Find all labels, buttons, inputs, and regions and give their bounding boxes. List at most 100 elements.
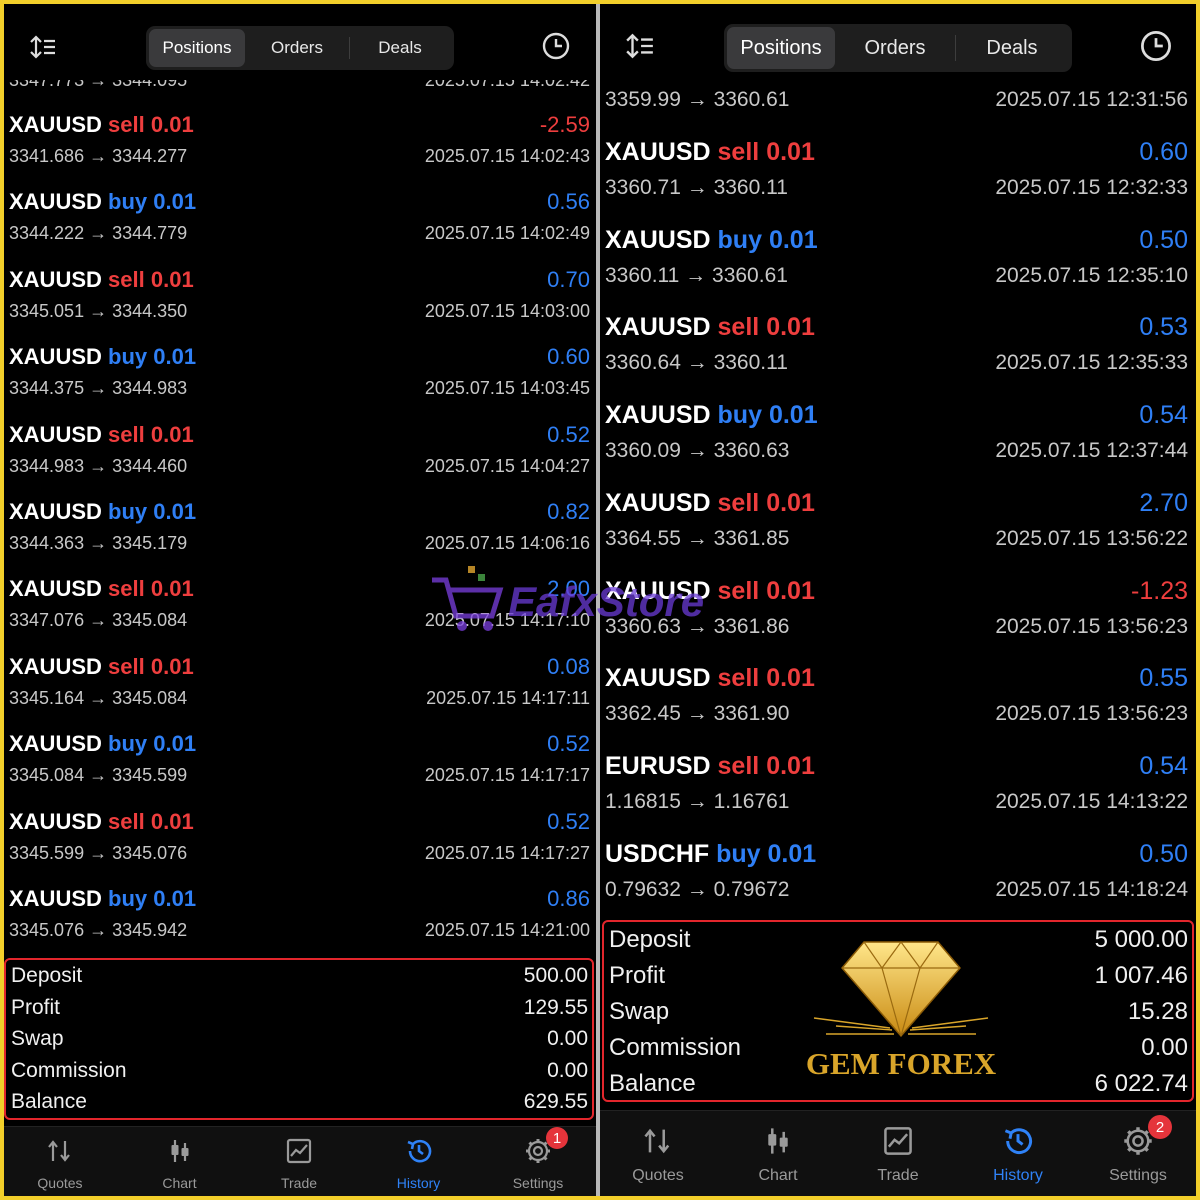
list-item-partial[interactable]: 3359.99 → 3360.61 2025.07.15 12:31:56 xyxy=(600,86,1196,122)
nav-label: History xyxy=(396,1175,441,1191)
summary-label: Deposit xyxy=(11,964,83,987)
symbol-name: XAUUSD xyxy=(605,225,711,254)
trade-side: buy xyxy=(108,499,148,524)
deal-symbol: XAUUSD sell 0.01 xyxy=(9,576,194,602)
deal-symbol: EURUSD sell 0.01 xyxy=(605,752,815,781)
summary-label: Balance xyxy=(11,1090,87,1113)
deal-time: 2025.07.15 12:35:10 xyxy=(995,263,1188,287)
list-item[interactable]: USDCHF buy 0.01 0.50 0.79632 → 0.79672 2025… xyxy=(600,840,1196,928)
list-item[interactable]: XAUUSD buy 0.01 0.52 3345.084 → 3345.599 20… xyxy=(4,731,596,808)
summary-label: Profit xyxy=(609,962,666,989)
list-item[interactable]: EURUSD sell 0.01 0.54 1.16815 → 1.16761 202… xyxy=(600,752,1196,840)
deal-time: 2025.07.15 14:06:16 xyxy=(424,533,590,553)
nav-tab-chart[interactable]: Chart xyxy=(728,1111,828,1185)
symbol-name: XAUUSD xyxy=(605,664,711,693)
quotes-icon xyxy=(642,1125,674,1162)
nav-tab-trade[interactable]: Trade xyxy=(848,1111,948,1185)
deal-profit: 0.56 xyxy=(547,189,590,215)
tab-orders[interactable]: Orders xyxy=(835,27,955,69)
deal-profit: 0.55 xyxy=(1139,664,1188,693)
list-item[interactable]: XAUUSD buy 0.01 0.50 3360.11 → 3360.61 2025… xyxy=(600,226,1196,314)
deal-profit: 0.53 xyxy=(1139,313,1188,342)
deal-symbol: XAUUSD buy 0.01 xyxy=(9,731,196,757)
top-bar: Positions Orders Deals xyxy=(600,4,1196,80)
symbol-name: XAUUSD xyxy=(605,138,711,166)
deal-profit: 0.86 xyxy=(547,886,590,911)
tab-deals[interactable]: Deals xyxy=(956,27,1068,69)
trade-side: sell xyxy=(717,751,760,780)
summary-label: Commission xyxy=(11,1058,127,1082)
list-item[interactable]: XAUUSD sell 0.01 0.60 3360.71 → 3360.11 202… xyxy=(600,138,1196,226)
summary-label: Balance xyxy=(609,1070,696,1097)
trade-side: buy xyxy=(108,731,148,757)
deal-symbol: XAUUSD sell 0.01 xyxy=(9,267,194,293)
deal-symbol: XAUUSD sell 0.01 xyxy=(9,809,194,835)
summary-value: 0.00 xyxy=(547,1027,588,1050)
history-segmented-control: Positions Orders Deals xyxy=(146,26,454,70)
deal-time: 2025.07.15 14:17:11 xyxy=(426,687,590,708)
chart-icon xyxy=(166,1137,194,1170)
list-item[interactable]: XAUUSD buy 0.01 0.56 3344.222 → 3344.779 20… xyxy=(4,189,596,266)
trade-volume: 0.01 xyxy=(768,401,818,430)
summary-label: Deposit xyxy=(609,926,691,953)
list-item[interactable]: XAUUSD sell 0.01 0.55 3362.45 → 3361.90 202… xyxy=(600,664,1196,752)
nav-label: Trade xyxy=(877,1167,919,1184)
list-item[interactable]: XAUUSD buy 0.01 0.86 3345.076 → 3345.942 20… xyxy=(4,886,596,963)
list-item[interactable]: XAUUSD sell 0.01 0.08 3345.164 → 3345.084 2… xyxy=(4,654,596,731)
summary-row-profit: Profit 129.55 xyxy=(6,996,592,1028)
tab-deals[interactable]: Deals xyxy=(350,29,450,67)
tab-positions[interactable]: Positions xyxy=(727,27,835,69)
nav-label: Chart xyxy=(162,1175,197,1191)
nav-tab-chart[interactable]: Chart xyxy=(130,1127,230,1191)
trade-volume: 0.01 xyxy=(150,653,194,679)
nav-tab-history[interactable]: History xyxy=(968,1111,1068,1185)
price-range: 3359.99 → 3360.61 xyxy=(605,88,790,111)
nav-tab-settings[interactable]: 1 Settings xyxy=(488,1127,588,1191)
nav-tab-history[interactable]: History xyxy=(369,1127,469,1191)
deal-profit: -1.23 xyxy=(1131,576,1188,605)
price-range: 3360.64 → 3360.11 xyxy=(605,351,788,375)
price-range: 3360.09 → 3360.63 xyxy=(605,439,790,463)
list-item[interactable]: XAUUSD buy 0.01 0.54 3360.09 → 3360.63 2025… xyxy=(600,401,1196,489)
watermark-text: EafxStore xyxy=(508,578,704,625)
nav-tab-quotes[interactable]: Quotes xyxy=(608,1111,708,1185)
deal-time: 2025.07.15 14:03:45 xyxy=(424,378,590,399)
list-item[interactable]: XAUUSD sell 0.01 0.53 3360.64 → 3360.11 202… xyxy=(600,313,1196,401)
deal-profit: 0.52 xyxy=(547,421,590,447)
bottom-tab-bar: Quotes Chart Trade History 1 Settings xyxy=(4,1126,596,1196)
sort-icon[interactable] xyxy=(28,32,58,62)
list-item[interactable]: XAUUSD sell 0.01 0.52 3344.983 → 3344.460 2… xyxy=(4,422,596,499)
list-item[interactable]: XAUUSD sell 0.01 0.70 3345.051 → 3344.350 2… xyxy=(4,267,596,344)
list-item[interactable]: XAUUSD sell 0.01 -2.59 3341.686 → 3344.277… xyxy=(4,112,596,189)
symbol-name: XAUUSD xyxy=(605,401,711,430)
gem-forex-logo: GEM FOREX xyxy=(806,938,997,1088)
summary-row-deposit: Deposit 500.00 xyxy=(6,964,592,996)
nav-label: Settings xyxy=(1109,1167,1167,1184)
deal-time: 2025.07.15 13:56:23 xyxy=(995,614,1188,638)
trade-volume: 0.01 xyxy=(150,808,194,834)
list-item[interactable]: XAUUSD buy 0.01 0.60 3344.375 → 3344.983 20… xyxy=(4,344,596,421)
tab-positions[interactable]: Positions xyxy=(149,29,245,67)
trade-side: buy xyxy=(717,401,762,430)
tab-orders[interactable]: Orders xyxy=(245,29,349,67)
trade-side: sell xyxy=(108,808,145,834)
nav-tab-trade[interactable]: Trade xyxy=(249,1127,349,1191)
clock-icon[interactable] xyxy=(1138,28,1174,64)
summary-label: Profit xyxy=(11,995,61,1019)
deal-symbol: XAUUSD buy 0.01 xyxy=(605,401,818,430)
trade-side: sell xyxy=(717,664,760,693)
price-range: 3345.076 → 3345.942 xyxy=(9,920,188,940)
nav-tab-quotes[interactable]: Quotes xyxy=(10,1127,110,1191)
sort-icon[interactable] xyxy=(624,30,656,62)
deal-time: 2025.07.15 13:56:23 xyxy=(995,702,1188,726)
symbol-name: USDCHF xyxy=(605,839,710,868)
nav-tab-settings[interactable]: 2 Settings xyxy=(1088,1111,1188,1185)
clock-icon[interactable] xyxy=(540,30,572,62)
list-item[interactable]: XAUUSD sell 0.01 0.52 3345.599 → 3345.076 2… xyxy=(4,809,596,886)
deal-time: 2025.07.15 14:13:22 xyxy=(995,789,1188,813)
notification-badge: 1 xyxy=(546,1127,568,1149)
deal-time: 2025.07.15 14:21:00 xyxy=(424,920,590,940)
bottom-tab-bar: Quotes Chart Trade History 2 Settings xyxy=(600,1110,1196,1196)
deal-symbol: XAUUSD sell 0.01 xyxy=(605,313,815,342)
deal-profit: 0.08 xyxy=(547,653,590,679)
